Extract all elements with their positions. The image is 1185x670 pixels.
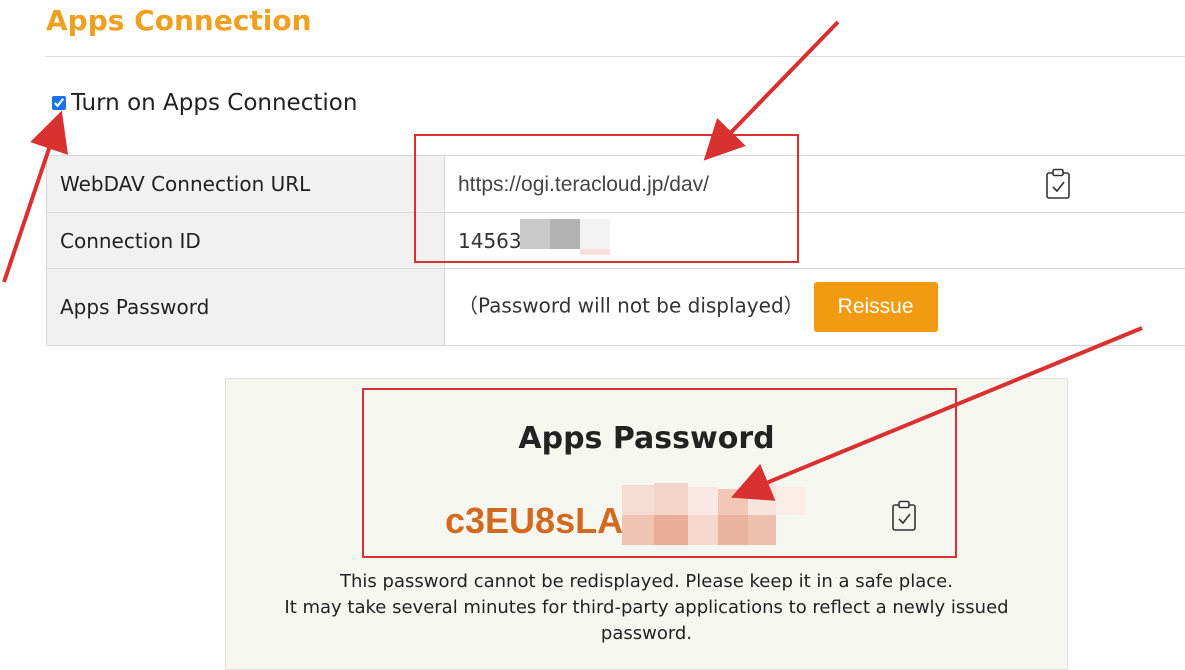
page-title: Apps Connection: [46, 4, 312, 37]
password-note-line: This password cannot be redisplayed. Ple…: [226, 569, 1067, 595]
password-hidden-note: （Password will not be displayed）: [458, 294, 804, 318]
apps-connection-toggle-label: Turn on Apps Connection: [71, 90, 357, 116]
annotation-box-password: [362, 388, 957, 558]
connection-id-label: Connection ID: [47, 213, 445, 269]
apps-password-cell: （Password will not be displayed） Reissue: [445, 269, 1185, 346]
title-divider: [46, 56, 1185, 57]
annotation-box-url: [414, 134, 799, 263]
apps-connection-checkbox[interactable]: [52, 96, 66, 110]
webdav-url-label: WebDAV Connection URL: [47, 156, 445, 213]
password-note-line: password.: [226, 621, 1067, 647]
table-row: Apps Password （Password will not be disp…: [47, 269, 1185, 346]
clipboard-check-icon: [1045, 168, 1071, 200]
copy-url-button[interactable]: [1045, 168, 1071, 205]
password-note-line: It may take several minutes for third-pa…: [226, 595, 1067, 621]
apps-password-label: Apps Password: [47, 269, 445, 346]
apps-connection-toggle[interactable]: Turn on Apps Connection: [52, 88, 357, 118]
reissue-button[interactable]: Reissue: [814, 282, 938, 332]
password-note: This password cannot be redisplayed. Ple…: [226, 569, 1067, 647]
annotation-arrow: [712, 22, 838, 152]
